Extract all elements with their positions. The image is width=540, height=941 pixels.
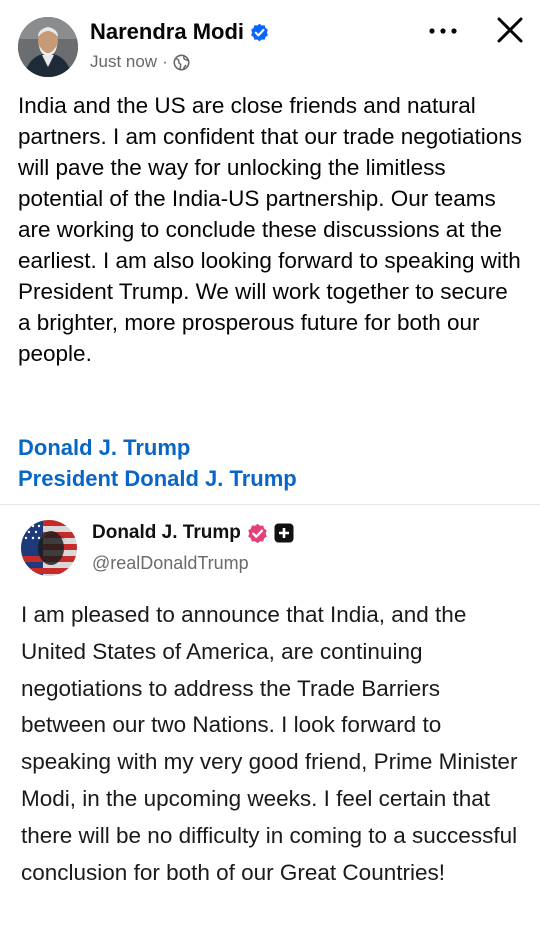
author-name-text[interactable]: Narendra Modi: [90, 19, 244, 45]
embedded-post-text: I am pleased to announce that India, and…: [21, 602, 518, 885]
meta-separator: ·: [162, 52, 168, 71]
close-button[interactable]: [493, 13, 527, 47]
verified-badge-icon: [251, 23, 268, 41]
trump-portrait-image: [21, 520, 77, 576]
post-meta: Just now ·: [90, 52, 190, 72]
globe-icon: [173, 53, 190, 71]
tag-link-donald-j-trump[interactable]: Donald J. Trump: [18, 432, 297, 463]
embedded-author-name[interactable]: Donald J. Trump: [92, 522, 294, 544]
more-dots-icon: [429, 28, 457, 34]
post-header: Narendra Modi Just now ·: [0, 0, 540, 90]
post-body-text: India and the US are close friends and n…: [18, 93, 523, 366]
more-options-button[interactable]: [424, 20, 464, 42]
embedded-author-handle[interactable]: @realDonaldTrump: [92, 553, 249, 574]
embedded-author-avatar[interactable]: [21, 520, 77, 576]
tagged-people: Donald J. Trump President Donald J. Trum…: [18, 432, 297, 494]
post-timestamp[interactable]: Just now: [90, 52, 157, 72]
plus-badge-icon: [274, 523, 294, 543]
embedded-author-name-text[interactable]: Donald J. Trump: [92, 522, 241, 544]
author-avatar[interactable]: [18, 17, 78, 77]
tag-link-president-donald-j-trump[interactable]: President Donald J. Trump: [18, 463, 297, 494]
divider: [0, 504, 540, 505]
modi-portrait-image: [18, 17, 78, 77]
verified-badge-icon: [248, 523, 267, 543]
close-icon: [497, 17, 523, 43]
author-name[interactable]: Narendra Modi: [90, 19, 269, 45]
